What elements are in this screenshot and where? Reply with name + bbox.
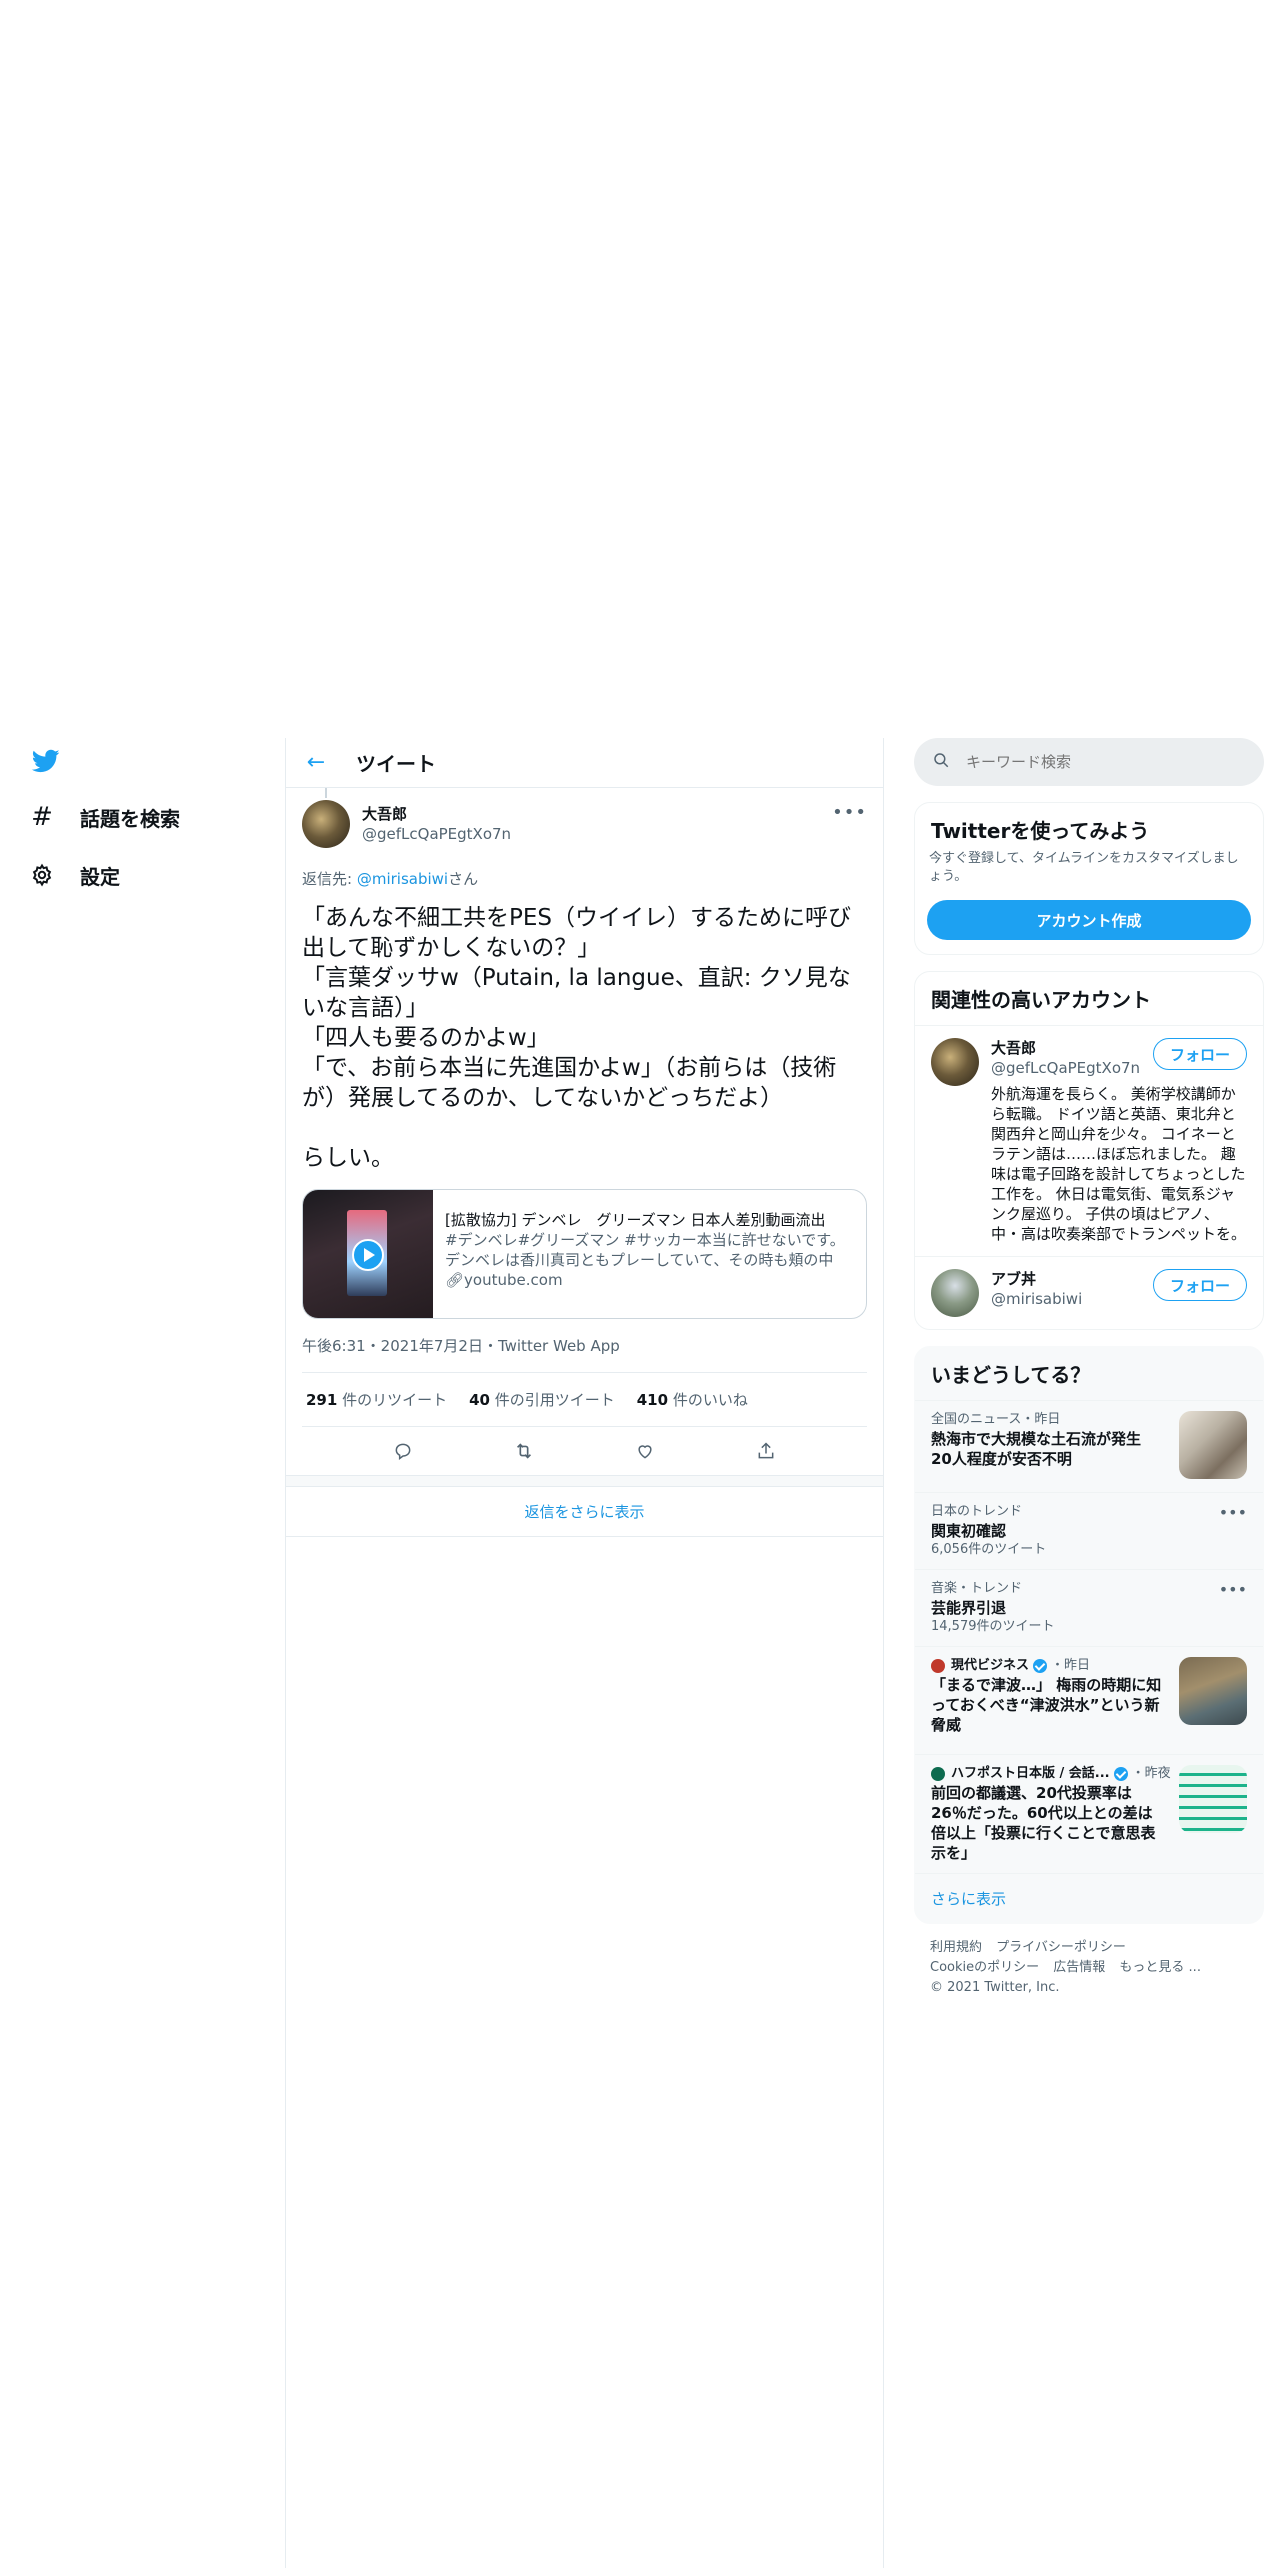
card-title: [拡散協力] デンベレ グリーズマン 日本人差別動画流出 bbox=[445, 1211, 826, 1229]
reply-icon[interactable] bbox=[385, 1433, 421, 1469]
link-icon: 🔗︎ bbox=[445, 1271, 465, 1289]
verified-icon bbox=[1033, 1659, 1048, 1673]
search-icon bbox=[932, 751, 950, 773]
tweet-text: 「あんな不細工共をPES（ウイイレ）するために呼び出して恥ずかしくないの？」 「… bbox=[302, 903, 867, 1173]
reply-mention-link[interactable]: @mirisabiwi bbox=[357, 870, 448, 888]
create-account-button[interactable]: アカウント作成 bbox=[927, 900, 1251, 940]
thread-line bbox=[325, 788, 327, 798]
more-options-icon[interactable]: ••• bbox=[1219, 1503, 1247, 1522]
card-domain: 🔗︎youtube.com bbox=[445, 1270, 854, 1290]
trend-item[interactable]: 全国のニュース・昨日 熱海市で大規模な土石流が発生 20人程度が安否不明 bbox=[915, 1400, 1263, 1492]
trend-item[interactable]: 現代ビジネス ・昨日 「まるで津波…」 梅雨の時期に知っておくべき“津波洪水”と… bbox=[915, 1646, 1263, 1754]
follow-button[interactable]: フォロー bbox=[1152, 1038, 1247, 1070]
footer-link[interactable]: 広告情報 bbox=[1053, 1960, 1105, 1975]
related-accounts-box: 関連性の高いアカウント 大吾郎 @gefLcQaPEgtXo7n 外航海運を長ら… bbox=[914, 971, 1264, 1330]
trends-title: いまどうしてる？ bbox=[931, 1363, 1091, 1387]
footer-link[interactable]: もっと見る ... bbox=[1119, 1960, 1201, 1975]
nav-explore[interactable]: # 話題を検索 bbox=[24, 791, 180, 843]
trend-image bbox=[1179, 1765, 1247, 1833]
like-icon[interactable] bbox=[627, 1433, 663, 1469]
play-icon[interactable] bbox=[352, 1239, 384, 1271]
trend-title: 芸能界引退 bbox=[931, 1599, 1007, 1617]
related-title: 関連性の高いアカウント bbox=[931, 988, 1151, 1012]
show-more-replies-button[interactable]: 返信をさらに表示 bbox=[286, 1487, 883, 1537]
nav-explore-label: 話題を検索 bbox=[80, 806, 180, 831]
page-header: ← ツイート bbox=[286, 738, 883, 788]
reply-to: 返信先: @mirisabiwiさん bbox=[302, 868, 867, 889]
search-input[interactable] bbox=[964, 752, 1224, 772]
trend-title: 関東初確認 bbox=[931, 1522, 1007, 1540]
tweet-line: らしい。 bbox=[302, 1145, 394, 1171]
footer-link[interactable]: プライバシーポリシー bbox=[996, 1940, 1126, 1955]
trend-count: 6,056件のツイート bbox=[931, 1542, 1047, 1557]
show-more-trends-link[interactable]: さらに表示 bbox=[915, 1873, 1263, 1923]
hashtag-icon: # bbox=[31, 802, 53, 832]
signup-title: Twitterを使ってみよう bbox=[931, 819, 1150, 843]
trend-item[interactable]: ハフポスト日本版 / 会話... ・昨夜 前回の都議選、20代投票率は26％だっ… bbox=[915, 1754, 1263, 1873]
card-domain-text: youtube.com bbox=[464, 1271, 563, 1289]
verified-icon bbox=[1113, 1767, 1128, 1781]
search-bar[interactable] bbox=[914, 738, 1264, 786]
signup-subtitle: 今すぐ登録して、タイムラインをカスタマイズしましょう。 bbox=[929, 851, 1239, 884]
like-count[interactable]: 410 件のいいね bbox=[637, 1389, 748, 1410]
account-bio: 外航海運を長らく。 美術学校講師から転職。 ドイツ語と英語、東北弁と関西弁と岡山… bbox=[991, 1085, 1247, 1243]
signup-box: Twitterを使ってみよう 今すぐ登録して、タイムラインをカスタマイズしましょ… bbox=[914, 802, 1264, 955]
more-options-icon[interactable]: ••• bbox=[1219, 1580, 1247, 1599]
trend-item[interactable]: 音楽・トレンド 芸能界引退 14,579件のツイート ••• bbox=[915, 1569, 1263, 1646]
video-thumbnail[interactable] bbox=[303, 1190, 433, 1318]
source-icon bbox=[931, 1659, 945, 1673]
author-handle[interactable]: @gefLcQaPEgtXo7n bbox=[362, 824, 511, 844]
retweet-count[interactable]: 291 件のリツイート bbox=[306, 1389, 447, 1410]
footer: 利用規約 プライバシーポリシー Cookieのポリシー 広告情報 もっと見る .… bbox=[914, 1924, 1264, 2012]
tweet-author: 大吾郎 @gefLcQaPEgtXo7n bbox=[302, 788, 867, 848]
avatar[interactable] bbox=[931, 1038, 979, 1086]
trend-context: 日本のトレンド bbox=[931, 1504, 1023, 1519]
trends-box: いまどうしてる？ 全国のニュース・昨日 熱海市で大規模な土石流が発生 20人程度… bbox=[914, 1346, 1264, 1924]
footer-link[interactable]: 利用規約 bbox=[930, 1940, 982, 1955]
trend-context: 音楽・トレンド bbox=[931, 1581, 1023, 1596]
share-icon[interactable] bbox=[748, 1433, 784, 1469]
section-separator bbox=[286, 1475, 883, 1487]
tweet-line: 「言葉ダッサw（Putain, la langue、直訳: クソ見ないな言語）」 bbox=[302, 965, 851, 1021]
quote-count[interactable]: 40 件の引用ツイート bbox=[469, 1389, 615, 1410]
account-item[interactable]: アブ丼 @mirisabiwi フォロー bbox=[915, 1256, 1263, 1329]
tweet-timestamp[interactable]: 午後6:31・2021年7月2日・Twitter Web App bbox=[302, 1335, 867, 1373]
gear-icon bbox=[24, 857, 60, 893]
trend-count: 14,579件のツイート bbox=[931, 1619, 1055, 1634]
tweet-stats: 291 件のリツイート 40 件の引用ツイート 410 件のいいね bbox=[302, 1373, 867, 1427]
main-column: ← ツイート 大吾郎 @gefLcQaPEgtXo7n ••• 返信先: @mi… bbox=[285, 738, 884, 2568]
avatar[interactable] bbox=[302, 800, 350, 848]
tweet: 大吾郎 @gefLcQaPEgtXo7n ••• 返信先: @mirisabiw… bbox=[286, 788, 883, 1475]
page-title: ツイート bbox=[356, 752, 436, 776]
tweet-line: 「あんな不細工共をPES（ウイイレ）するために呼び出して恥ずかしくないの？」 bbox=[302, 905, 852, 961]
trend-item[interactable]: 日本のトレンド 関東初確認 6,056件のツイート ••• bbox=[915, 1492, 1263, 1569]
link-card[interactable]: [拡散協力] デンベレ グリーズマン 日本人差別動画流出 #デンベレ#グリーズマ… bbox=[302, 1189, 867, 1319]
trend-image bbox=[1179, 1411, 1247, 1479]
back-arrow-icon[interactable]: ← bbox=[298, 745, 334, 781]
more-options-icon[interactable]: ••• bbox=[832, 802, 867, 823]
author-name[interactable]: 大吾郎 bbox=[362, 804, 511, 824]
twitter-logo-icon[interactable] bbox=[30, 747, 62, 775]
source-icon bbox=[931, 1767, 945, 1781]
follow-button[interactable]: フォロー bbox=[1152, 1269, 1247, 1301]
copyright: © 2021 Twitter, Inc. bbox=[930, 1980, 1060, 1995]
tweet-line: 「で、お前ら本当に先進国かよw」（お前らは（技術が）発展してるのか、してないかど… bbox=[302, 1055, 837, 1111]
reply-prefix: 返信先: bbox=[302, 870, 357, 888]
tweet-actions bbox=[302, 1427, 867, 1475]
retweet-icon[interactable] bbox=[506, 1433, 542, 1469]
card-description: #デンベレ#グリーズマン #サッカー本当に許せないです。デンベレは香川真司ともプ… bbox=[445, 1231, 845, 1269]
footer-link[interactable]: Cookieのポリシー bbox=[930, 1960, 1039, 1975]
nav-settings[interactable]: 設定 bbox=[24, 849, 120, 901]
tweet-line: 「四人も要るのかよw」 bbox=[302, 1025, 550, 1051]
avatar[interactable] bbox=[931, 1269, 979, 1317]
account-item[interactable]: 大吾郎 @gefLcQaPEgtXo7n 外航海運を長らく。 美術学校講師から転… bbox=[915, 1025, 1263, 1256]
nav-settings-label: 設定 bbox=[80, 864, 120, 889]
right-sidebar: Twitterを使ってみよう 今すぐ登録して、タイムラインをカスタマイズしましょ… bbox=[914, 738, 1264, 2012]
trend-image bbox=[1179, 1657, 1247, 1725]
reply-suffix: さん bbox=[448, 870, 479, 888]
